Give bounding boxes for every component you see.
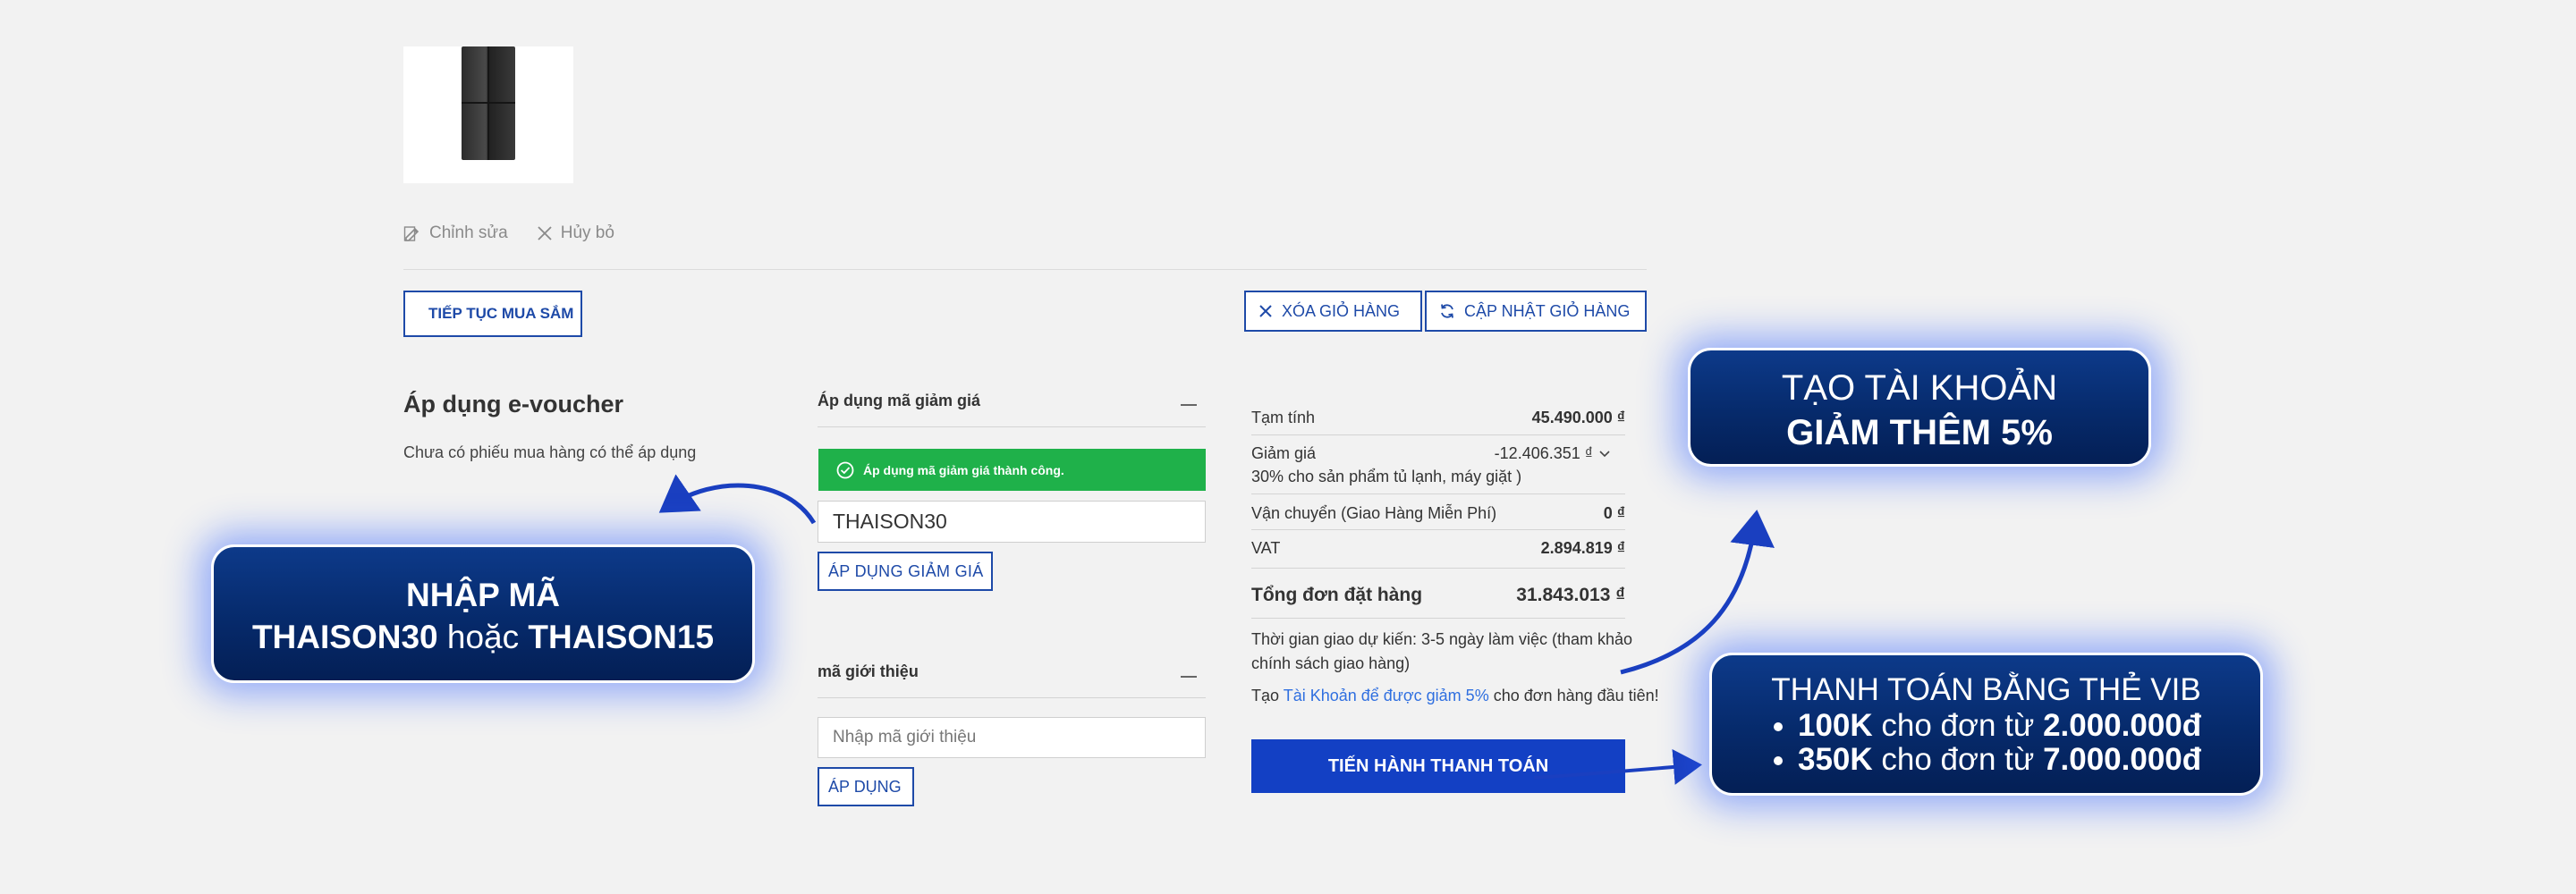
callout-code-or: hoặc: [446, 619, 520, 655]
callout-account-line2: GIẢM THÊM 5%: [1786, 413, 2053, 452]
callout-account-line1: TẠO TÀI KHOẢN: [1781, 368, 2058, 408]
vib-offer-item: 100K cho đơn từ 2.000.000đ: [1798, 709, 2260, 743]
arrow-to-vib-callout: [1533, 748, 1702, 785]
coupon-code-callout: NHẬP MÃ THAISON30 hoặc THAISON15: [211, 544, 755, 683]
vib-offer-list: 100K cho đơn từ 2.000.000đ 350K cho đơn …: [1712, 709, 2260, 777]
account-discount-callout: TẠO TÀI KHOẢN GIẢM THÊM 5%: [1688, 348, 2151, 467]
vib-offer-amount: 100K: [1798, 708, 1873, 743]
vib-offer-text: cho đơn từ: [1881, 742, 2035, 777]
vib-offer-amount: 350K: [1798, 742, 1873, 777]
arrow-to-account-callout: [1620, 510, 1775, 675]
vib-offer-text: cho đơn từ: [1881, 708, 2035, 743]
arrow-to-evoucher: [658, 474, 817, 525]
callout-vib-title: THANH TOÁN BẰNG THẺ VIB: [1771, 672, 2201, 707]
vib-offer-item: 350K cho đơn từ 7.000.000đ: [1798, 743, 2260, 777]
callout-code-heading: NHẬP MÃ: [406, 577, 560, 613]
vib-offer-min: 2.000.000đ: [2043, 708, 2202, 743]
callout-code-a: THAISON30: [251, 619, 438, 655]
vib-payment-callout: THANH TOÁN BẰNG THẺ VIB 100K cho đơn từ …: [1709, 653, 2263, 796]
vib-offer-min: 7.000.000đ: [2043, 742, 2202, 777]
callout-code-b: THAISON15: [528, 619, 715, 655]
callout-code-line: THAISON30 hoặc THAISON15: [214, 616, 752, 658]
